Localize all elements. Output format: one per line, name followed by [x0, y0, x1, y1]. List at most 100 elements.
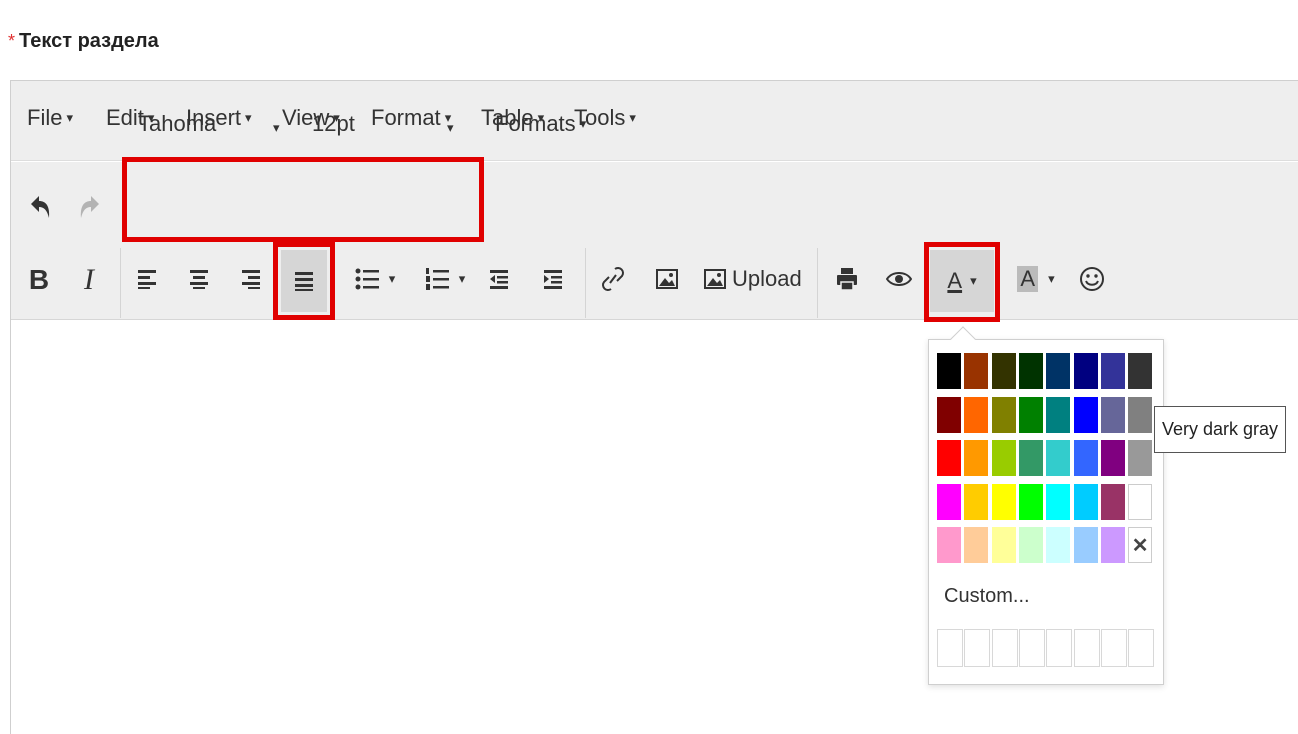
custom-color-link[interactable]: Custom...: [944, 585, 1030, 608]
font-size-select[interactable]: 12pt ▾: [312, 111, 462, 137]
align-right-button[interactable]: [238, 264, 264, 294]
indent-icon: [544, 270, 562, 289]
color-swatch[interactable]: [1128, 353, 1153, 389]
numbered-list-icon: [425, 268, 449, 290]
bullet-list-icon: [355, 268, 379, 290]
color-swatch[interactable]: [1073, 353, 1098, 389]
outdent-button[interactable]: [486, 264, 512, 294]
align-right-icon: [242, 270, 260, 289]
color-swatch[interactable]: [964, 396, 989, 433]
color-swatch[interactable]: [1100, 396, 1125, 433]
color-swatch[interactable]: [991, 527, 1016, 563]
chevron-down-icon: ▾: [458, 271, 466, 286]
color-swatch[interactable]: [1046, 353, 1071, 389]
upload-image-icon: [704, 269, 726, 289]
emoticons-button[interactable]: [1076, 260, 1108, 298]
color-swatch[interactable]: [964, 483, 989, 520]
redo-icon[interactable]: [76, 190, 104, 224]
color-swatch[interactable]: [1018, 440, 1043, 476]
color-swatch[interactable]: [1073, 527, 1098, 563]
color-tooltip: Very dark gray: [1154, 406, 1287, 453]
color-swatch[interactable]: [991, 440, 1016, 476]
chevron-down-icon: ▾: [629, 110, 636, 125]
background-color-button[interactable]: A ▾: [1006, 262, 1066, 296]
color-swatch[interactable]: [964, 353, 989, 389]
color-swatch[interactable]: [1046, 527, 1071, 563]
custom-color-slot[interactable]: [1046, 629, 1073, 667]
formats-menu[interactable]: Formats ▾: [495, 111, 595, 137]
chevron-down-icon: ▾: [579, 116, 587, 131]
color-swatch[interactable]: [991, 396, 1016, 433]
color-swatch[interactable]: [1046, 396, 1071, 433]
color-swatch[interactable]: [1018, 483, 1043, 520]
color-swatch[interactable]: [1100, 527, 1125, 563]
color-swatch[interactable]: [1073, 483, 1098, 520]
color-swatch[interactable]: [1018, 353, 1043, 389]
color-swatch[interactable]: [937, 353, 961, 389]
color-swatch[interactable]: [991, 483, 1016, 520]
color-swatch[interactable]: [991, 353, 1016, 389]
color-swatch[interactable]: [937, 396, 961, 433]
field-label-text: Текст раздела: [19, 30, 159, 52]
color-swatch[interactable]: [1018, 527, 1043, 563]
color-swatch[interactable]: [937, 483, 961, 520]
custom-color-slot[interactable]: [937, 629, 963, 667]
image-button[interactable]: [652, 264, 682, 294]
emoticon-icon: [1080, 267, 1104, 291]
color-swatch[interactable]: [964, 440, 989, 476]
color-swatch[interactable]: [1100, 353, 1125, 389]
color-swatch[interactable]: [937, 527, 961, 563]
font-family-value: Tahoma: [138, 111, 217, 136]
numbered-list-button[interactable]: ▾: [416, 262, 474, 296]
chevron-down-icon: ▾: [447, 120, 454, 135]
custom-color-slot[interactable]: [1100, 629, 1127, 667]
color-swatch[interactable]: [1100, 440, 1125, 476]
color-swatch[interactable]: [1073, 440, 1098, 476]
toolbar-separator: [585, 248, 586, 318]
color-swatch[interactable]: [1128, 440, 1153, 476]
color-swatch[interactable]: [1073, 396, 1098, 433]
color-swatch[interactable]: [1128, 483, 1153, 520]
align-left-button[interactable]: [134, 264, 160, 294]
outdent-icon: [490, 270, 508, 289]
toolbar-separator: [120, 248, 121, 318]
text-color-icon: A: [947, 268, 963, 293]
custom-color-slot[interactable]: [964, 629, 991, 667]
chevron-down-icon: ▾: [1048, 271, 1055, 286]
custom-color-slot[interactable]: [991, 629, 1018, 667]
preview-button[interactable]: [882, 262, 916, 296]
color-swatch[interactable]: [937, 440, 961, 476]
indent-button[interactable]: [540, 264, 566, 294]
text-color-button[interactable]: A ▾: [930, 250, 994, 312]
custom-color-slot[interactable]: [1128, 629, 1155, 667]
color-swatch[interactable]: [1046, 440, 1071, 476]
font-family-select[interactable]: Tahoma ▾: [138, 111, 288, 137]
custom-color-slot[interactable]: [1018, 629, 1045, 667]
color-swatch[interactable]: [1128, 396, 1153, 433]
italic-button[interactable]: I: [74, 262, 104, 298]
print-button[interactable]: [832, 262, 862, 296]
bold-button[interactable]: B: [24, 262, 54, 298]
color-swatch[interactable]: [1018, 396, 1043, 433]
menu-file[interactable]: File ▾: [27, 105, 73, 131]
upload-button[interactable]: Upload: [704, 262, 802, 296]
chevron-down-icon: ▾: [273, 120, 280, 135]
upload-label: Upload: [732, 266, 802, 291]
undo-icon[interactable]: [26, 190, 54, 224]
color-swatch[interactable]: [1100, 483, 1125, 520]
color-swatch[interactable]: [964, 527, 989, 563]
align-justify-icon: [295, 272, 313, 291]
color-swatch[interactable]: [1046, 483, 1071, 520]
bold-icon: B: [28, 264, 50, 295]
link-button[interactable]: [598, 262, 628, 296]
bullet-list-button[interactable]: ▾: [346, 262, 404, 296]
chevron-down-icon: ▾: [388, 271, 396, 286]
italic-icon: I: [84, 263, 94, 296]
remove-color-icon[interactable]: ✕: [1128, 527, 1153, 563]
align-center-button[interactable]: [186, 264, 212, 294]
preview-eye-icon: [886, 272, 912, 286]
formats-label: Formats: [495, 111, 576, 136]
chevron-down-icon: ▾: [970, 273, 977, 288]
custom-color-slot[interactable]: [1073, 629, 1100, 667]
align-justify-button[interactable]: [281, 250, 327, 312]
